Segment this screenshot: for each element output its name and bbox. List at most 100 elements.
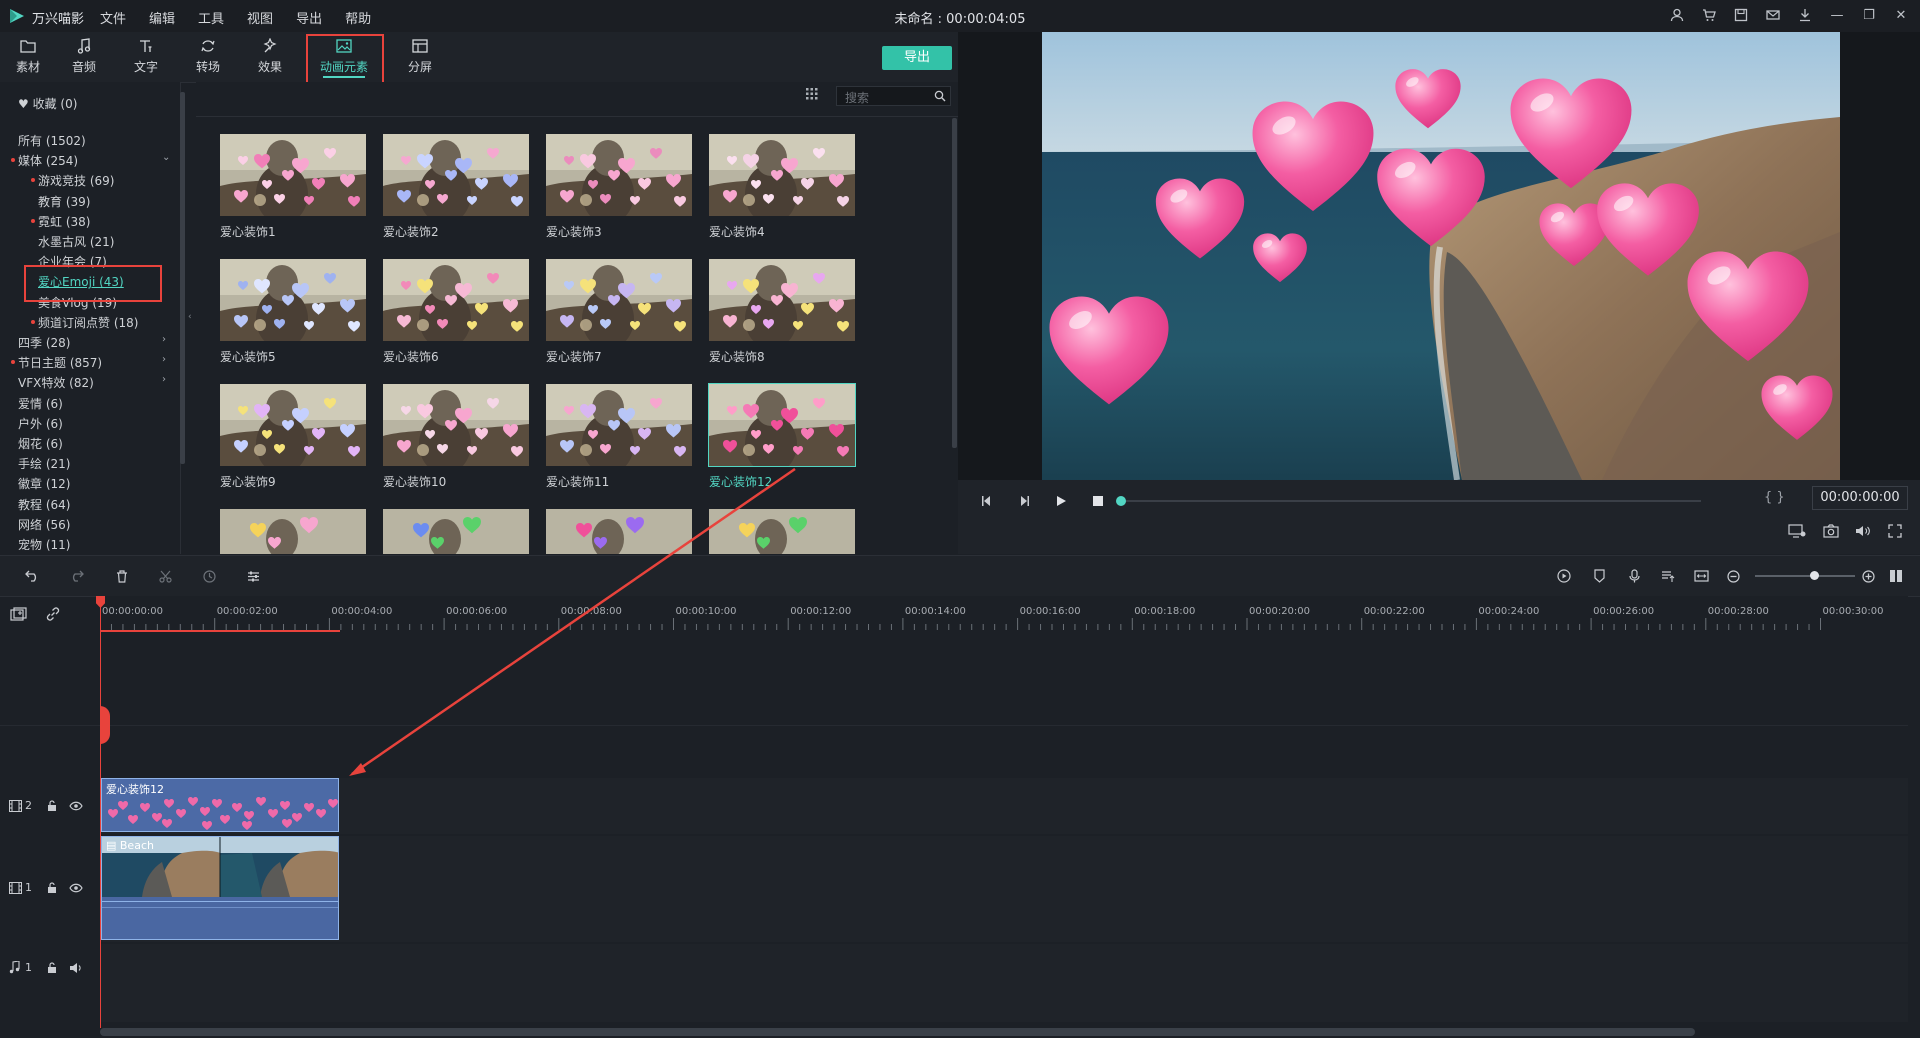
tab-media[interactable]: 素材 (0, 36, 56, 78)
element-thumbnail[interactable] (709, 259, 855, 341)
lock-icon[interactable] (47, 800, 57, 812)
category-item[interactable]: 宠物 (11) (18, 536, 190, 553)
lock-icon[interactable] (47, 962, 57, 974)
zoom-slider-track[interactable] (1755, 575, 1855, 577)
speaker-icon[interactable] (69, 962, 83, 974)
category-item[interactable]: 爱情 (6) (18, 395, 190, 412)
play-icon[interactable] (1052, 492, 1070, 510)
minimize-icon[interactable]: — (1828, 6, 1846, 24)
element-thumbnail[interactable] (546, 259, 692, 341)
sidebar-scrollbar[interactable] (180, 92, 185, 464)
eye-icon[interactable] (69, 801, 83, 811)
playhead-drag-tab[interactable] (100, 706, 110, 744)
redo-icon[interactable] (66, 567, 86, 585)
panel-toggle-icon[interactable] (1886, 567, 1906, 585)
chevron-right-icon[interactable]: › (162, 354, 166, 365)
element-thumbnail[interactable] (383, 134, 529, 216)
zoom-in-icon[interactable] (1858, 567, 1878, 585)
mail-icon[interactable] (1764, 6, 1782, 24)
microphone-icon[interactable] (1624, 567, 1644, 585)
element-thumbnail[interactable] (546, 509, 692, 554)
snapshot-icon[interactable] (1820, 520, 1842, 542)
save-icon[interactable] (1732, 6, 1750, 24)
cut-icon[interactable] (155, 567, 175, 585)
element-thumbnail[interactable] (220, 509, 366, 554)
close-icon[interactable]: ✕ (1892, 6, 1910, 24)
element-thumbnail[interactable] (383, 384, 529, 466)
export-button[interactable]: 导出 (882, 46, 952, 70)
element-thumbnail[interactable] (708, 383, 856, 467)
category-item[interactable]: 教程 (64) (18, 496, 190, 513)
timeline-playhead[interactable] (100, 596, 101, 1028)
timeline-scrollbar[interactable] (100, 1028, 1695, 1036)
add-track-icon[interactable] (8, 604, 30, 624)
step-back-icon[interactable] (978, 492, 996, 510)
marker-icon[interactable] (1589, 567, 1609, 585)
category-label: VFX特效 (82) (18, 376, 94, 391)
library-scrollbar[interactable] (952, 118, 957, 448)
playhead-knob[interactable] (1116, 496, 1126, 506)
link-icon[interactable] (42, 604, 64, 624)
zoom-slider-knob[interactable] (1810, 571, 1819, 580)
category-item[interactable]: 网络 (56) (18, 516, 190, 533)
tab-text[interactable]: 文字 (118, 36, 174, 78)
volume-icon[interactable] (1852, 520, 1874, 542)
element-thumbnail[interactable] (220, 259, 366, 341)
grid-view-icon[interactable] (806, 88, 818, 103)
element-thumbnail[interactable] (220, 384, 366, 466)
playback-progress[interactable] (1121, 500, 1701, 502)
tab-effects[interactable]: 效果 (242, 36, 298, 78)
tab-split-screen[interactable]: 分屏 (392, 36, 448, 78)
element-thumbnail[interactable] (546, 384, 692, 466)
render-preview-icon[interactable] (1786, 520, 1808, 542)
work-area-bar[interactable] (100, 630, 340, 632)
restore-icon[interactable]: ❐ (1860, 6, 1878, 24)
timecode-display[interactable]: 00:00:00:00 (1812, 486, 1908, 510)
clip-hearts[interactable]: 爱心装饰12 (101, 778, 339, 832)
chevron-down-icon[interactable]: ⌄ (162, 152, 170, 163)
tab-audio[interactable]: 音频 (56, 36, 112, 78)
timeline-ruler[interactable]: 00:00:00:00 00:00:02:00 00:00:04:00 00:00:0… (100, 596, 1908, 634)
cart-icon[interactable] (1700, 6, 1718, 24)
voiceover-list-icon[interactable] (1658, 567, 1678, 585)
tab-transition[interactable]: 转场 (180, 36, 236, 78)
user-icon[interactable] (1668, 6, 1686, 24)
clip-beach[interactable]: ▤ Beach (101, 836, 339, 940)
category-item[interactable]: 所有 (1502) (18, 132, 190, 149)
stop-icon[interactable] (1089, 492, 1107, 510)
delete-icon[interactable] (112, 567, 132, 585)
element-thumbnail[interactable] (709, 134, 855, 216)
eye-icon[interactable] (69, 883, 83, 893)
element-thumbnail[interactable] (383, 509, 529, 554)
search-field[interactable]: 搜索 (836, 86, 951, 106)
render-icon[interactable] (1554, 567, 1574, 585)
element-thumbnail[interactable] (383, 259, 529, 341)
favorites-item[interactable]: ♥ 收藏 (0) (18, 95, 190, 112)
fit-timeline-icon[interactable] (1691, 567, 1711, 585)
chevron-right-icon[interactable]: › (162, 374, 166, 385)
category-item[interactable]: 手绘 (21) (18, 455, 190, 472)
undo-icon[interactable] (22, 567, 42, 585)
adjust-icon[interactable] (243, 567, 263, 585)
search-icon[interactable] (934, 90, 946, 102)
zoom-out-icon[interactable] (1723, 567, 1743, 585)
element-thumbnail[interactable] (709, 509, 855, 554)
category-item[interactable]: 烟花 (6) (18, 435, 190, 452)
element-thumbnail[interactable] (546, 134, 692, 216)
download-icon[interactable] (1796, 6, 1814, 24)
category-item[interactable]: 徽章 (12) (18, 475, 190, 492)
mark-in-out-icon[interactable]: { } (1764, 490, 1785, 505)
collapse-arrow-icon[interactable]: ‹ (188, 312, 192, 322)
video-preview[interactable] (1042, 32, 1840, 480)
lock-icon[interactable] (47, 882, 57, 894)
fullscreen-icon[interactable] (1884, 520, 1906, 542)
element-thumbnail[interactable] (220, 134, 366, 216)
category-label: 游戏竞技 (69) (38, 174, 115, 189)
speed-clock-icon[interactable] (199, 567, 219, 585)
track-audio-1: 1 (0, 944, 1908, 1022)
media-toolbar: 素材 音频 文字 转场 效果 动画元素 分屏 (0, 32, 958, 83)
category-item[interactable]: 户外 (6) (18, 415, 190, 432)
step-forward-icon[interactable] (1015, 492, 1033, 510)
chevron-right-icon[interactable]: › (162, 334, 166, 345)
ruler-tick-label: 00:00:22:00 (1363, 606, 1425, 617)
